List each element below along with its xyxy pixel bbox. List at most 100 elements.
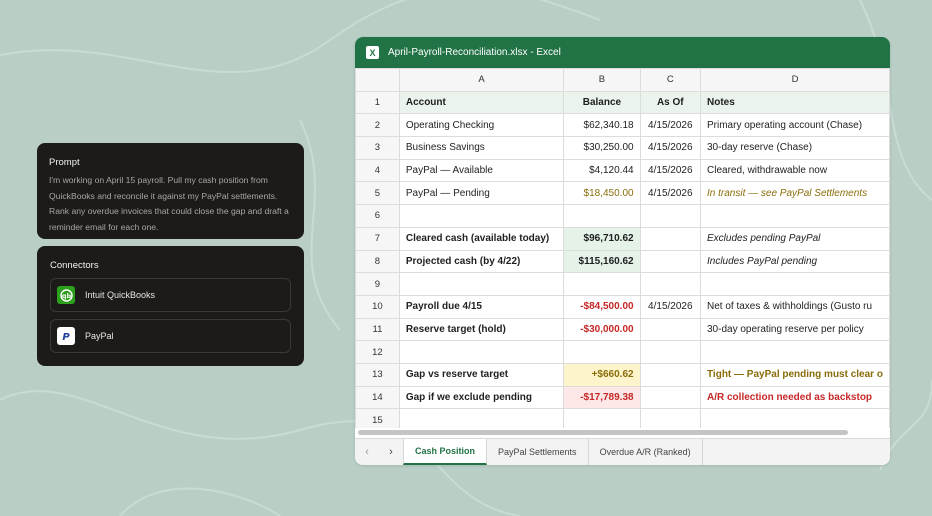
cell-c2[interactable]: 4/15/2026 xyxy=(639,113,702,138)
cell-c7[interactable] xyxy=(639,226,702,251)
cell-c14[interactable] xyxy=(639,385,702,410)
horizontal-scrollbar[interactable] xyxy=(355,428,890,438)
table-row: 9 xyxy=(355,272,890,296)
table-row: 12 xyxy=(355,340,890,364)
cell-a6[interactable] xyxy=(398,204,565,228)
cell-a2[interactable]: Operating Checking xyxy=(398,113,565,138)
connectors-card: Connectors qb Intuit QuickBooks P PayPal xyxy=(37,246,304,366)
cell-d14[interactable]: A/R collection needed as backstop xyxy=(700,385,890,410)
cell-b13[interactable]: +$660.62 xyxy=(563,362,641,387)
cell-c5[interactable]: 4/15/2026 xyxy=(639,181,702,206)
cell-c8[interactable] xyxy=(639,249,702,274)
cell-c12[interactable] xyxy=(639,340,702,364)
cell-d13[interactable]: Tight — PayPal pending must clear o xyxy=(700,362,890,387)
cell-a8[interactable]: Projected cash (by 4/22) xyxy=(398,249,565,274)
cell-b6[interactable] xyxy=(563,204,641,228)
table-row: 5 PayPal — Pending $18,450.00 4/15/2026 … xyxy=(355,181,890,206)
connector-quickbooks[interactable]: qb Intuit QuickBooks xyxy=(50,278,291,312)
cell-d2[interactable]: Primary operating account (Chase) xyxy=(700,113,890,138)
row-header[interactable]: 9 xyxy=(355,272,400,296)
cell-c10[interactable]: 4/15/2026 xyxy=(639,294,702,319)
row-header[interactable]: 5 xyxy=(355,181,400,206)
row-header[interactable]: 14 xyxy=(355,385,400,410)
cell-b7[interactable]: $96,710.62 xyxy=(563,226,641,251)
select-all-corner[interactable] xyxy=(355,68,400,92)
cell-b10[interactable]: -$84,500.00 xyxy=(563,294,641,319)
cell-a5[interactable]: PayPal — Pending xyxy=(398,181,565,206)
cell-b9[interactable] xyxy=(563,272,641,296)
cell-d4[interactable]: Cleared, withdrawable now xyxy=(700,158,890,183)
quickbooks-icon: qb xyxy=(57,286,75,304)
table-row: 11 Reserve target (hold) -$30,000.00 30-… xyxy=(355,317,890,342)
row-header[interactable]: 3 xyxy=(355,136,400,160)
connector-paypal[interactable]: P PayPal xyxy=(50,319,291,353)
cell-a3[interactable]: Business Savings xyxy=(398,136,565,160)
cell-d1[interactable]: Notes xyxy=(700,90,890,115)
tab-overdue-ar[interactable]: Overdue A/R (Ranked) xyxy=(589,439,703,465)
cell-b1[interactable]: Balance xyxy=(563,90,641,115)
cell-b4[interactable]: $4,120.44 xyxy=(563,158,641,183)
cell-b3[interactable]: $30,250.00 xyxy=(563,136,641,160)
cell-d10[interactable]: Net of taxes & withholdings (Gusto ru xyxy=(700,294,890,319)
chevron-right-icon[interactable]: › xyxy=(379,439,403,465)
row-header[interactable]: 11 xyxy=(355,317,400,342)
column-header-c[interactable]: C xyxy=(639,68,702,92)
cell-b5[interactable]: $18,450.00 xyxy=(563,181,641,206)
cell-d7[interactable]: Excludes pending PayPal xyxy=(700,226,890,251)
chevron-left-icon[interactable]: ‹ xyxy=(355,439,379,465)
row-header[interactable]: 4 xyxy=(355,158,400,183)
cell-d12[interactable] xyxy=(700,340,890,364)
row-header[interactable]: 6 xyxy=(355,204,400,228)
cell-a7[interactable]: Cleared cash (available today) xyxy=(398,226,565,251)
column-header-d[interactable]: D xyxy=(700,68,890,92)
table-row: 13 Gap vs reserve target +$660.62 Tight … xyxy=(355,362,890,387)
scrollbar-thumb[interactable] xyxy=(358,430,848,435)
connectors-title: Connectors xyxy=(50,260,99,271)
row-header[interactable]: 8 xyxy=(355,249,400,274)
cell-a13[interactable]: Gap vs reserve target xyxy=(398,362,565,387)
row-header[interactable]: 12 xyxy=(355,340,400,364)
cell-d6[interactable] xyxy=(700,204,890,228)
cell-c9[interactable] xyxy=(639,272,702,296)
column-header-a[interactable]: A xyxy=(398,68,565,92)
cell-b11[interactable]: -$30,000.00 xyxy=(563,317,641,342)
cell-a9[interactable] xyxy=(398,272,565,296)
sheet-tab-bar: ‹ › Cash Position PayPal Settlements Ove… xyxy=(355,438,890,465)
table-row: 3 Business Savings $30,250.00 4/15/2026 … xyxy=(355,136,890,160)
cell-b8[interactable]: $115,160.62 xyxy=(563,249,641,274)
cell-a10[interactable]: Payroll due 4/15 xyxy=(398,294,565,319)
table-row: 2 Operating Checking $62,340.18 4/15/202… xyxy=(355,113,890,138)
cell-b12[interactable] xyxy=(563,340,641,364)
paypal-icon: P xyxy=(57,327,75,345)
row-header[interactable]: 10 xyxy=(355,294,400,319)
row-header[interactable]: 1 xyxy=(355,90,400,115)
cell-b14[interactable]: -$17,789.38 xyxy=(563,385,641,410)
row-header[interactable]: 13 xyxy=(355,362,400,387)
cell-d5[interactable]: In transit — see PayPal Settlements xyxy=(700,181,890,206)
cell-b2[interactable]: $62,340.18 xyxy=(563,113,641,138)
cell-c3[interactable]: 4/15/2026 xyxy=(639,136,702,160)
cell-a1[interactable]: Account xyxy=(398,90,565,115)
cell-a14[interactable]: Gap if we exclude pending xyxy=(398,385,565,410)
cell-c13[interactable] xyxy=(639,362,702,387)
cell-d3[interactable]: 30-day reserve (Chase) xyxy=(700,136,890,160)
cell-c4[interactable]: 4/15/2026 xyxy=(639,158,702,183)
tab-cash-position[interactable]: Cash Position xyxy=(403,439,488,465)
cell-c1[interactable]: As Of xyxy=(639,90,702,115)
cell-d11[interactable]: 30-day operating reserve per policy xyxy=(700,317,890,342)
cell-a12[interactable] xyxy=(398,340,565,364)
column-header-b[interactable]: B xyxy=(563,68,641,92)
table-row: 10 Payroll due 4/15 -$84,500.00 4/15/202… xyxy=(355,294,890,319)
cell-d8[interactable]: Includes PayPal pending xyxy=(700,249,890,274)
tab-paypal-settlements[interactable]: PayPal Settlements xyxy=(487,439,589,465)
table-row: 4 PayPal — Available $4,120.44 4/15/2026… xyxy=(355,158,890,183)
cell-c6[interactable] xyxy=(639,204,702,228)
cell-c11[interactable] xyxy=(639,317,702,342)
table-row: 7 Cleared cash (available today) $96,710… xyxy=(355,226,890,251)
prompt-title: Prompt xyxy=(49,157,80,168)
cell-a11[interactable]: Reserve target (hold) xyxy=(398,317,565,342)
cell-d9[interactable] xyxy=(700,272,890,296)
row-header[interactable]: 7 xyxy=(355,226,400,251)
cell-a4[interactable]: PayPal — Available xyxy=(398,158,565,183)
row-header[interactable]: 2 xyxy=(355,113,400,138)
